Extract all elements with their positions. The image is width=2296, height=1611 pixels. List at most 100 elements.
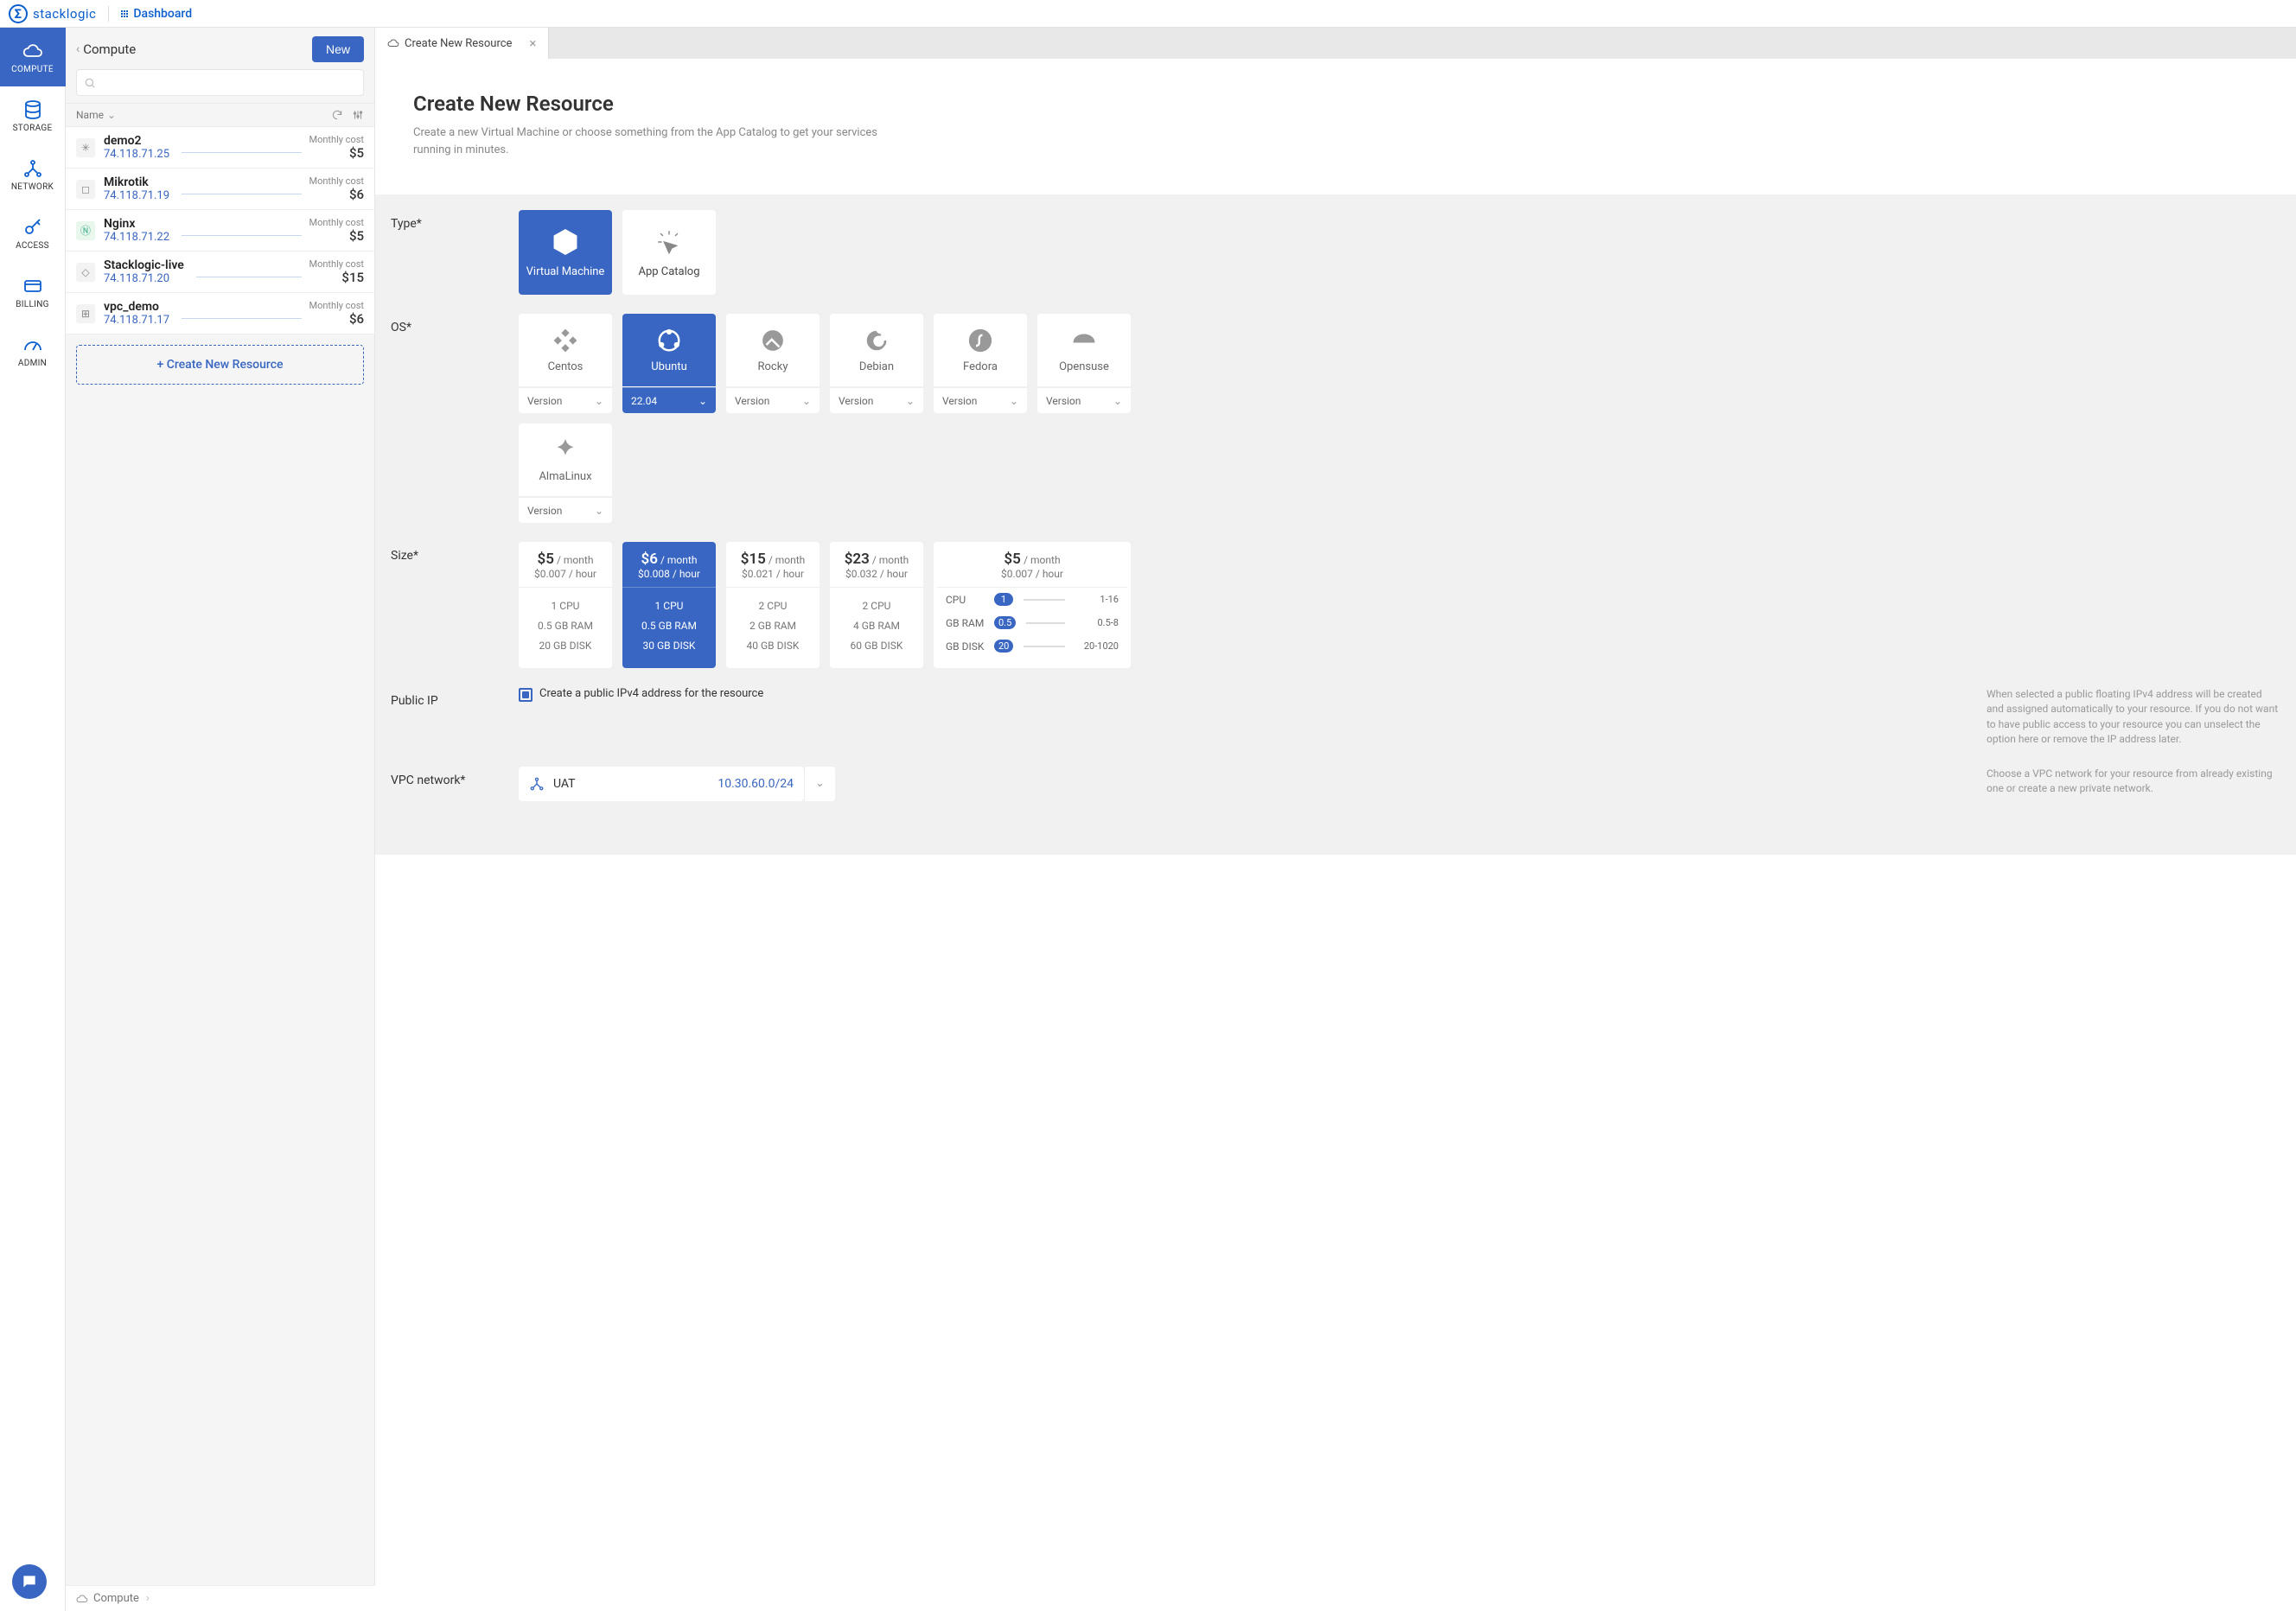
resource-row[interactable]: ◇ Stacklogic-live74.118.71.20 Monthly co… [66, 252, 374, 293]
page-subtitle: Create a new Virtual Machine or choose s… [413, 124, 880, 158]
resource-name: vpc_demo [104, 300, 169, 314]
gauge-icon [22, 334, 43, 355]
nav-storage[interactable]: STORAGE [0, 86, 66, 145]
slider-disk[interactable]: GB DISK2020-1020 [937, 634, 1127, 658]
size-custom[interactable]: $5 / month$0.007 / hour CPU11-16 GB RAM0… [934, 542, 1131, 668]
tab-create-resource[interactable]: Create New Resource × [375, 28, 549, 59]
version-select[interactable]: Version⌄ [726, 387, 820, 413]
chevron-down-icon: ⌄ [815, 777, 825, 790]
brand-name: stacklogic [33, 6, 96, 22]
resource-name: demo2 [104, 134, 169, 148]
version-select[interactable]: Version⌄ [519, 497, 612, 523]
nav-label: NETWORK [11, 182, 54, 192]
version-select[interactable]: 22.04⌄ [622, 387, 716, 413]
click-icon [654, 227, 684, 257]
nav-compute[interactable]: COMPUTE [0, 28, 66, 86]
resource-row[interactable]: ⊞ vpc_demo74.118.71.17 Monthly cost$6 [66, 293, 374, 334]
chevron-down-icon: ⌄ [595, 395, 603, 407]
resource-row[interactable]: Ⓝ Nginx74.118.71.22 Monthly cost$5 [66, 210, 374, 252]
resource-icon: ◻ [76, 180, 95, 199]
almalinux-icon [552, 437, 578, 463]
rocky-icon [760, 328, 786, 353]
vpc-name: UAT [553, 777, 576, 791]
version-select[interactable]: Version⌄ [519, 387, 612, 413]
opensuse-icon [1071, 328, 1097, 353]
logo-sigma-icon: Σ [9, 4, 28, 23]
os-debian[interactable]: DebianVersion⌄ [830, 314, 923, 413]
logo[interactable]: Σ stacklogic [9, 4, 96, 23]
public-ip-label: Public IP [391, 687, 519, 748]
cost-value: $15 [309, 270, 364, 285]
os-opensuse[interactable]: OpensuseVersion⌄ [1037, 314, 1131, 413]
chevron-down-icon: ⌄ [698, 395, 707, 407]
nav-admin[interactable]: ADMIN [0, 322, 66, 380]
nav-label: ADMIN [18, 359, 47, 368]
new-button[interactable]: New [312, 36, 364, 62]
version-select[interactable]: Version⌄ [1037, 387, 1131, 413]
tab-bar: Create New Resource × [375, 28, 2296, 59]
version-select[interactable]: Version⌄ [830, 387, 923, 413]
size-grid: $5 / month$0.007 / hour1 CPU0.5 GB RAM20… [519, 542, 2280, 668]
resource-row[interactable]: ◻ Mikrotik74.118.71.19 Monthly cost$6 [66, 169, 374, 210]
help-bubble[interactable] [12, 1564, 47, 1599]
os-ubuntu[interactable]: Ubuntu22.04⌄ [622, 314, 716, 413]
cost-label: Monthly cost [309, 134, 364, 145]
os-rocky[interactable]: RockyVersion⌄ [726, 314, 820, 413]
nav-access[interactable]: ACCESS [0, 204, 66, 263]
resource-icon: ✳ [76, 138, 95, 157]
main-area: Create New Resource × Create New Resourc… [375, 28, 2296, 1611]
type-label: Type* [391, 210, 519, 295]
resource-ip: 74.118.71.22 [104, 231, 169, 244]
refresh-icon[interactable] [331, 109, 343, 121]
vpc-select[interactable]: UAT 10.30.60.0/24 [519, 767, 804, 801]
version-select[interactable]: Version⌄ [934, 387, 1027, 413]
left-nav: COMPUTE STORAGE NETWORK ACCESS BILLING A… [0, 28, 66, 1611]
network-icon [22, 158, 43, 179]
public-ip-hint: When selected a public floating IPv4 add… [1987, 687, 2280, 748]
search-input[interactable] [76, 69, 364, 96]
nav-network[interactable]: NETWORK [0, 145, 66, 204]
resource-ip: 74.118.71.20 [104, 272, 184, 285]
resource-icon: ◇ [76, 263, 95, 282]
chevron-down-icon: ⌄ [1010, 395, 1018, 407]
panel-title: Compute [83, 41, 312, 57]
vpc-hint: Choose a VPC network for your resource f… [1987, 767, 2280, 801]
sparkline [182, 305, 302, 322]
slider-cpu[interactable]: CPU11-16 [937, 588, 1127, 611]
cost-label: Monthly cost [309, 258, 364, 270]
size-tile-3[interactable]: $23 / month$0.032 / hour2 CPU4 GB RAM60 … [830, 542, 923, 668]
top-header: Σ stacklogic Dashboard [0, 0, 2296, 28]
cost-label: Monthly cost [309, 217, 364, 228]
slider-ram[interactable]: GB RAM0.50.5-8 [937, 611, 1127, 634]
name-column[interactable]: Name [76, 109, 104, 121]
debian-icon [864, 328, 890, 353]
os-centos[interactable]: CentosVersion⌄ [519, 314, 612, 413]
resource-ip: 74.118.71.19 [104, 189, 169, 202]
size-tile-0[interactable]: $5 / month$0.007 / hour1 CPU0.5 GB RAM20… [519, 542, 612, 668]
public-ip-check[interactable]: Create a public IPv4 address for the res… [519, 687, 763, 748]
resource-row[interactable]: ✳ demo274.118.71.25 Monthly cost$5 [66, 127, 374, 169]
cloud-icon [76, 1593, 88, 1605]
chat-icon [21, 1573, 38, 1590]
nav-label: COMPUTE [11, 65, 54, 74]
close-icon[interactable]: × [529, 35, 536, 51]
centos-icon [552, 328, 578, 353]
os-almalinux[interactable]: AlmaLinuxVersion⌄ [519, 423, 612, 523]
chevron-right-icon: › [146, 1592, 150, 1605]
back-chevron-icon[interactable]: ‹ [76, 42, 80, 56]
os-fedora[interactable]: FedoraVersion⌄ [934, 314, 1027, 413]
type-tile-catalog[interactable]: App Catalog [622, 210, 716, 295]
create-resource-button[interactable]: + Create New Resource [76, 345, 364, 385]
dashboard-link[interactable]: Dashboard [121, 7, 192, 21]
nav-billing[interactable]: BILLING [0, 263, 66, 322]
page-title: Create New Resource [413, 92, 2258, 116]
size-tile-2[interactable]: $15 / month$0.021 / hour2 CPU2 GB RAM40 … [726, 542, 820, 668]
sparkline [182, 222, 302, 239]
nav-label: STORAGE [13, 124, 53, 133]
breadcrumb[interactable]: Compute › [66, 1585, 375, 1611]
type-tile-vm[interactable]: Virtual Machine [519, 210, 612, 295]
size-tile-1[interactable]: $6 / month$0.008 / hour1 CPU0.5 GB RAM30… [622, 542, 716, 668]
grid-icon [121, 10, 128, 17]
sliders-icon[interactable] [352, 109, 364, 121]
vpc-dropdown-toggle[interactable]: ⌄ [804, 767, 835, 801]
